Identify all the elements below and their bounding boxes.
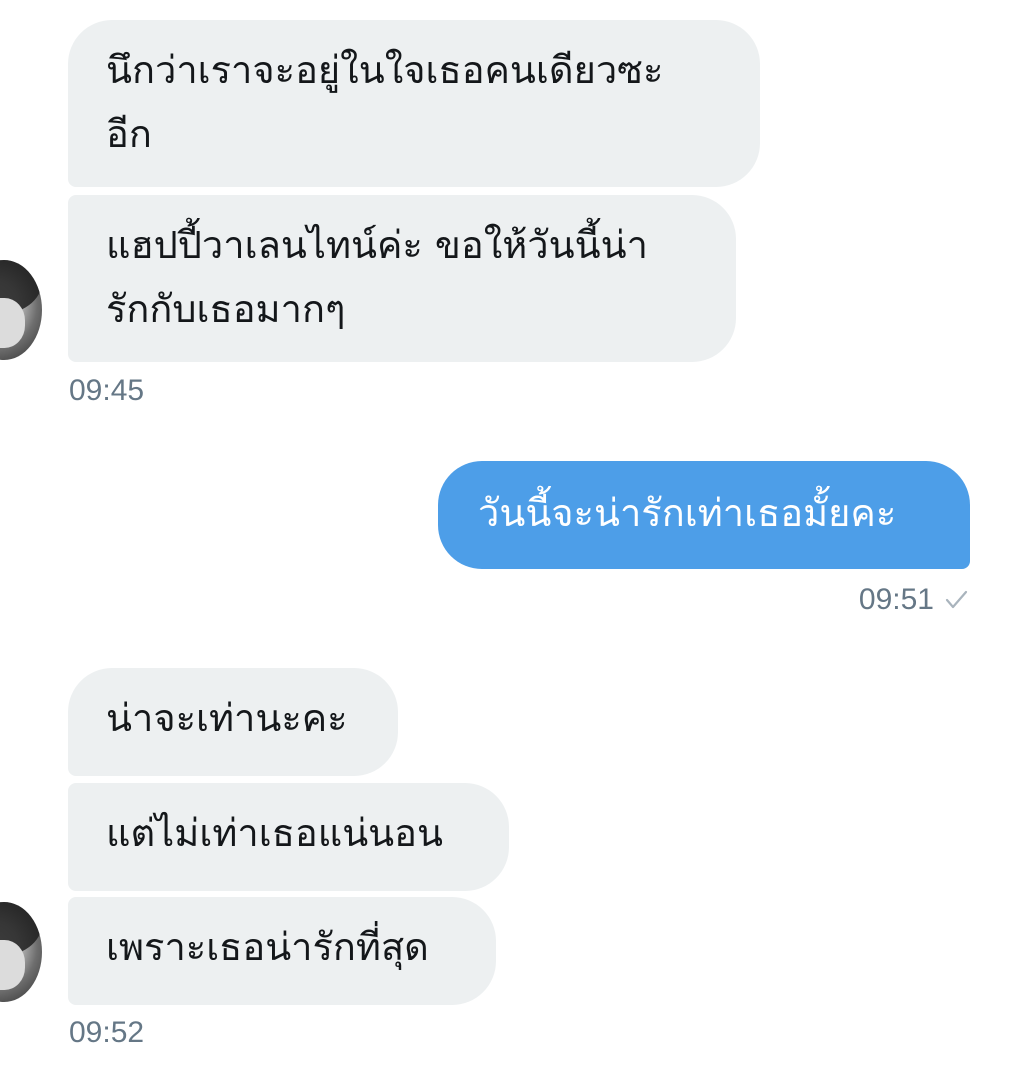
message-line: นึกว่าเราจะอยู่ในใจเธอคนเดียวซะ <box>106 48 664 92</box>
message-line: เพราะเธอน่ารักที่สุด <box>106 925 429 969</box>
message-line: แต่ไม่เท่าเธอแน่นอน <box>106 811 443 855</box>
message-line: รักกับเธอมากๆ <box>106 287 346 331</box>
message-time-text: 09:51 <box>858 583 934 616</box>
message-line: น่าจะเท่านะคะ <box>106 696 348 740</box>
message-bubble-incoming[interactable]: นึกว่าเราจะอยู่ในใจเธอคนเดียวซะ อีก <box>68 20 760 187</box>
message-bubble-incoming[interactable]: น่าจะเท่านะคะ <box>68 668 398 776</box>
message-bubble-incoming[interactable]: แฮปปี้วาเลนไทน์ค่ะ ขอให้วันนี้น่า รักกับ… <box>68 195 736 362</box>
message-line: วันนี้จะน่ารักเท่าเธอมั้ยคะ <box>478 491 897 535</box>
avatar[interactable] <box>0 902 42 1002</box>
message-bubble-incoming[interactable]: แต่ไม่เท่าเธอแน่นอน <box>68 783 509 891</box>
message-line: อีก <box>106 112 152 156</box>
message-bubble-incoming[interactable]: เพราะเธอน่ารักที่สุด <box>68 897 496 1005</box>
message-timestamp: 09:45 <box>69 374 145 407</box>
message-timestamp: 09:51 <box>859 582 968 620</box>
avatar[interactable] <box>0 260 42 360</box>
message-bubble-outgoing[interactable]: วันนี้จะน่ารักเท่าเธอมั้ยคะ <box>438 461 970 569</box>
check-icon <box>944 584 968 620</box>
message-timestamp: 09:52 <box>69 1016 145 1049</box>
message-line: แฮปปี้วาเลนไทน์ค่ะ ขอให้วันนี้น่า <box>106 223 648 267</box>
